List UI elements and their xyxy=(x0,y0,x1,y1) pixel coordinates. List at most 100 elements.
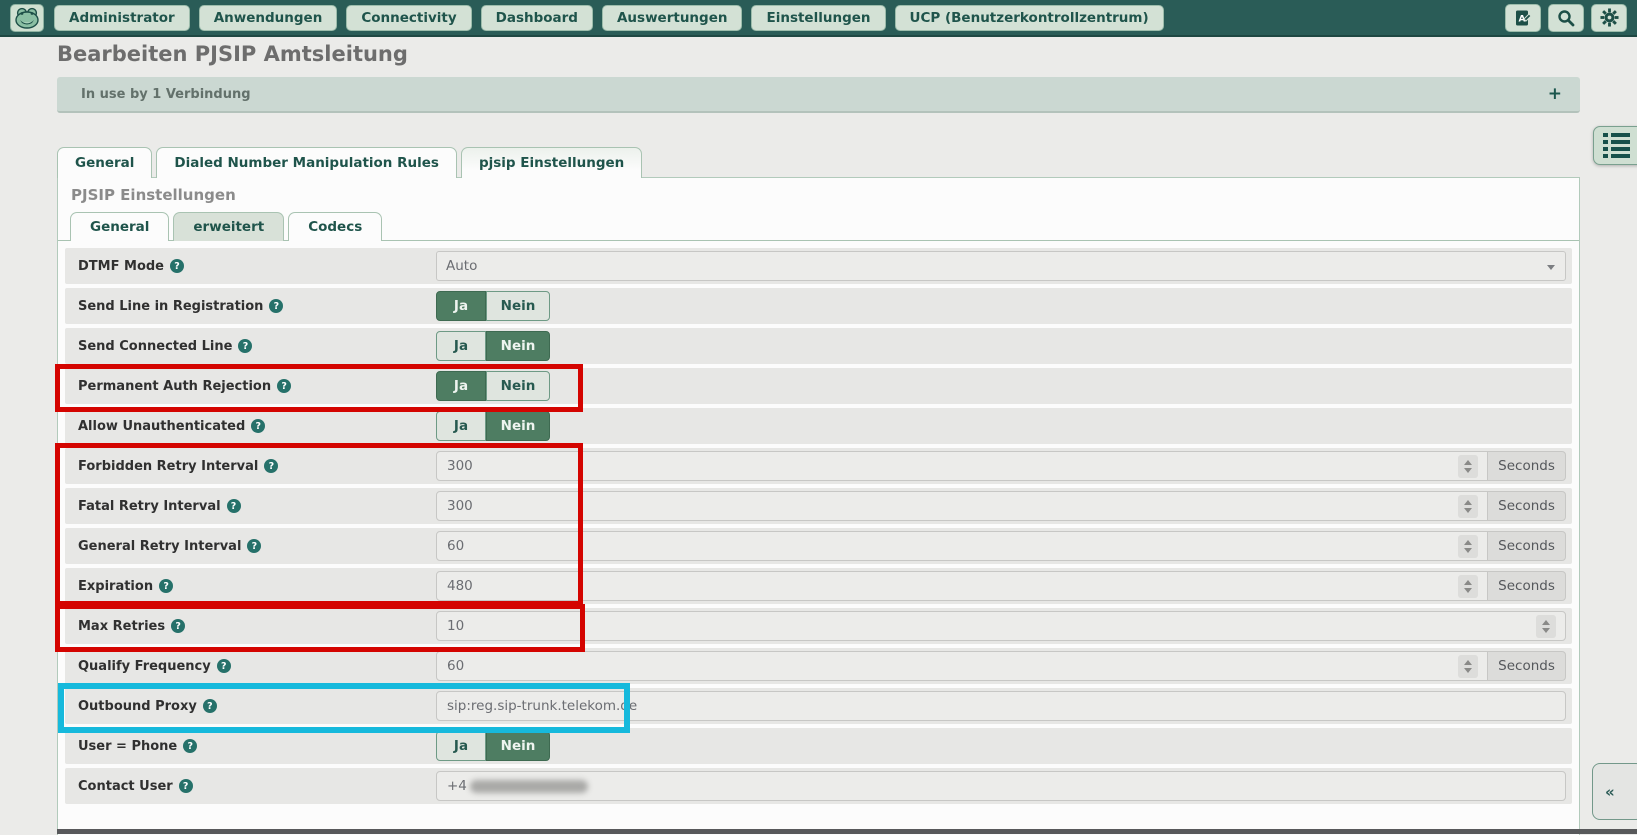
input-value: 480 xyxy=(447,578,473,594)
number-spinner[interactable] xyxy=(1458,455,1478,478)
input-value: sip:reg.sip-trunk.telekom.de xyxy=(447,698,637,714)
number-spinner[interactable] xyxy=(1536,615,1556,638)
forbidden-retry-interval-input[interactable]: 300 xyxy=(436,451,1488,481)
in-use-panel[interactable]: In use by 1 Verbindung + xyxy=(57,77,1580,113)
unit-addon: Seconds xyxy=(1488,531,1566,561)
nav-item-auswertungen[interactable]: Auswertungen xyxy=(602,5,743,31)
toggle-no-button[interactable]: Nein xyxy=(486,331,550,361)
input-value: 10 xyxy=(447,618,464,634)
help-icon[interactable] xyxy=(203,699,217,713)
language-icon: A xyxy=(1514,9,1532,27)
help-icon[interactable] xyxy=(238,339,252,353)
nav-item-connectivity[interactable]: Connectivity xyxy=(346,5,471,31)
toggle-no-button[interactable]: Nein xyxy=(486,411,550,441)
general-retry-interval-input[interactable]: 60 xyxy=(436,531,1488,561)
row-general-retry-interval: General Retry Interval 60 Seconds xyxy=(65,528,1572,564)
field-label: DTMF Mode xyxy=(78,259,164,274)
toggle-no-button[interactable]: Nein xyxy=(486,371,550,401)
tab-pjsip-einstellungen[interactable]: pjsip Einstellungen xyxy=(461,147,642,178)
row-fatal-retry-interval: Fatal Retry Interval 300 Seconds xyxy=(65,488,1572,524)
number-spinner[interactable] xyxy=(1458,535,1478,558)
row-user-equals-phone: User = Phone Ja Nein xyxy=(65,728,1572,764)
help-icon[interactable] xyxy=(179,779,193,793)
toggle-yes-button[interactable]: Ja xyxy=(436,371,486,401)
send-line-toggle: Ja Nein xyxy=(436,291,1566,321)
row-max-retries: Max Retries 10 xyxy=(65,608,1572,644)
subtab-erweitert[interactable]: erweitert xyxy=(173,212,284,241)
row-expiration: Expiration 480 Seconds xyxy=(65,568,1572,604)
row-contact-user: Contact User +4 xyxy=(65,768,1572,804)
top-navbar: Administrator Anwendungen Connectivity D… xyxy=(0,0,1637,37)
help-icon[interactable] xyxy=(277,379,291,393)
frog-logo-icon xyxy=(14,7,40,29)
redacted-value xyxy=(470,780,588,793)
list-icon xyxy=(1603,133,1630,158)
field-label: Permanent Auth Rejection xyxy=(78,379,271,394)
help-icon[interactable] xyxy=(269,299,283,313)
sub-tabs: General erweitert Codecs xyxy=(58,210,1579,241)
help-icon[interactable] xyxy=(264,459,278,473)
row-forbidden-retry-interval: Forbidden Retry Interval 300 Seconds xyxy=(65,448,1572,484)
field-label: General Retry Interval xyxy=(78,539,241,554)
row-send-line-in-registration: Send Line in Registration Ja Nein xyxy=(65,288,1572,324)
toggle-yes-button[interactable]: Ja xyxy=(436,291,486,321)
collapse-panel-button[interactable] xyxy=(1592,763,1637,820)
help-icon[interactable] xyxy=(171,619,185,633)
nav-item-einstellungen[interactable]: Einstellungen xyxy=(751,5,885,31)
field-label: Contact User xyxy=(78,779,173,794)
toggle-no-button[interactable]: Nein xyxy=(486,291,550,321)
plus-icon[interactable]: + xyxy=(1548,84,1562,104)
input-value: +4 xyxy=(447,778,467,794)
tab-dialed-number-manipulation-rules[interactable]: Dialed Number Manipulation Rules xyxy=(156,147,457,178)
help-icon[interactable] xyxy=(170,259,184,273)
toggle-no-button[interactable]: Nein xyxy=(486,731,550,761)
help-icon[interactable] xyxy=(183,739,197,753)
help-icon[interactable] xyxy=(227,499,241,513)
search-button[interactable] xyxy=(1548,4,1584,32)
dtmf-mode-select[interactable]: Auto xyxy=(436,251,1566,281)
input-value: 60 xyxy=(447,658,464,674)
unit-addon: Seconds xyxy=(1488,651,1566,681)
number-spinner[interactable] xyxy=(1458,575,1478,598)
language-button[interactable]: A xyxy=(1505,4,1541,32)
nav-item-administrator[interactable]: Administrator xyxy=(54,5,190,31)
field-label: Send Connected Line xyxy=(78,339,232,354)
help-icon[interactable] xyxy=(159,579,173,593)
qualify-frequency-input[interactable]: 60 xyxy=(436,651,1488,681)
help-icon[interactable] xyxy=(251,419,265,433)
gear-icon xyxy=(1600,8,1619,27)
field-label: Expiration xyxy=(78,579,153,594)
toggle-yes-button[interactable]: Ja xyxy=(436,331,486,361)
settings-form: DTMF Mode Auto Send Line in Registration… xyxy=(58,241,1579,804)
toggle-yes-button[interactable]: Ja xyxy=(436,411,486,441)
fatal-retry-interval-input[interactable]: 300 xyxy=(436,491,1488,521)
nav-item-ucp[interactable]: UCP (Benutzerkontrollzentrum) xyxy=(895,5,1164,31)
help-icon[interactable] xyxy=(217,659,231,673)
row-allow-unauthenticated: Allow Unauthenticated Ja Nein xyxy=(65,408,1572,444)
input-value: 60 xyxy=(447,538,464,554)
list-view-button[interactable] xyxy=(1593,126,1637,165)
settings-button[interactable] xyxy=(1591,4,1627,32)
row-outbound-proxy: Outbound Proxy sip:reg.sip-trunk.telekom… xyxy=(65,688,1572,724)
contact-user-input[interactable]: +4 xyxy=(436,771,1566,801)
outbound-proxy-input[interactable]: sip:reg.sip-trunk.telekom.de xyxy=(436,691,1566,721)
expiration-input[interactable]: 480 xyxy=(436,571,1488,601)
number-spinner[interactable] xyxy=(1458,655,1478,678)
number-spinner[interactable] xyxy=(1458,495,1478,518)
input-value: 300 xyxy=(447,498,473,514)
field-label: Max Retries xyxy=(78,619,165,634)
max-retries-input[interactable]: 10 xyxy=(436,611,1566,641)
subtab-general[interactable]: General xyxy=(70,212,169,241)
nav-item-anwendungen[interactable]: Anwendungen xyxy=(199,5,338,31)
nav-item-dashboard[interactable]: Dashboard xyxy=(481,5,593,31)
subtab-codecs[interactable]: Codecs xyxy=(288,212,382,241)
chevron-down-icon xyxy=(1547,265,1555,270)
tab-general[interactable]: General xyxy=(57,147,152,178)
permanent-auth-rejection-toggle: Ja Nein xyxy=(436,371,1566,401)
freepbx-logo[interactable] xyxy=(10,4,44,32)
row-qualify-frequency: Qualify Frequency 60 Seconds xyxy=(65,648,1572,684)
main-tabs: General Dialed Number Manipulation Rules… xyxy=(57,147,646,178)
user-phone-toggle: Ja Nein xyxy=(436,731,1566,761)
help-icon[interactable] xyxy=(247,539,261,553)
toggle-yes-button[interactable]: Ja xyxy=(436,731,486,761)
